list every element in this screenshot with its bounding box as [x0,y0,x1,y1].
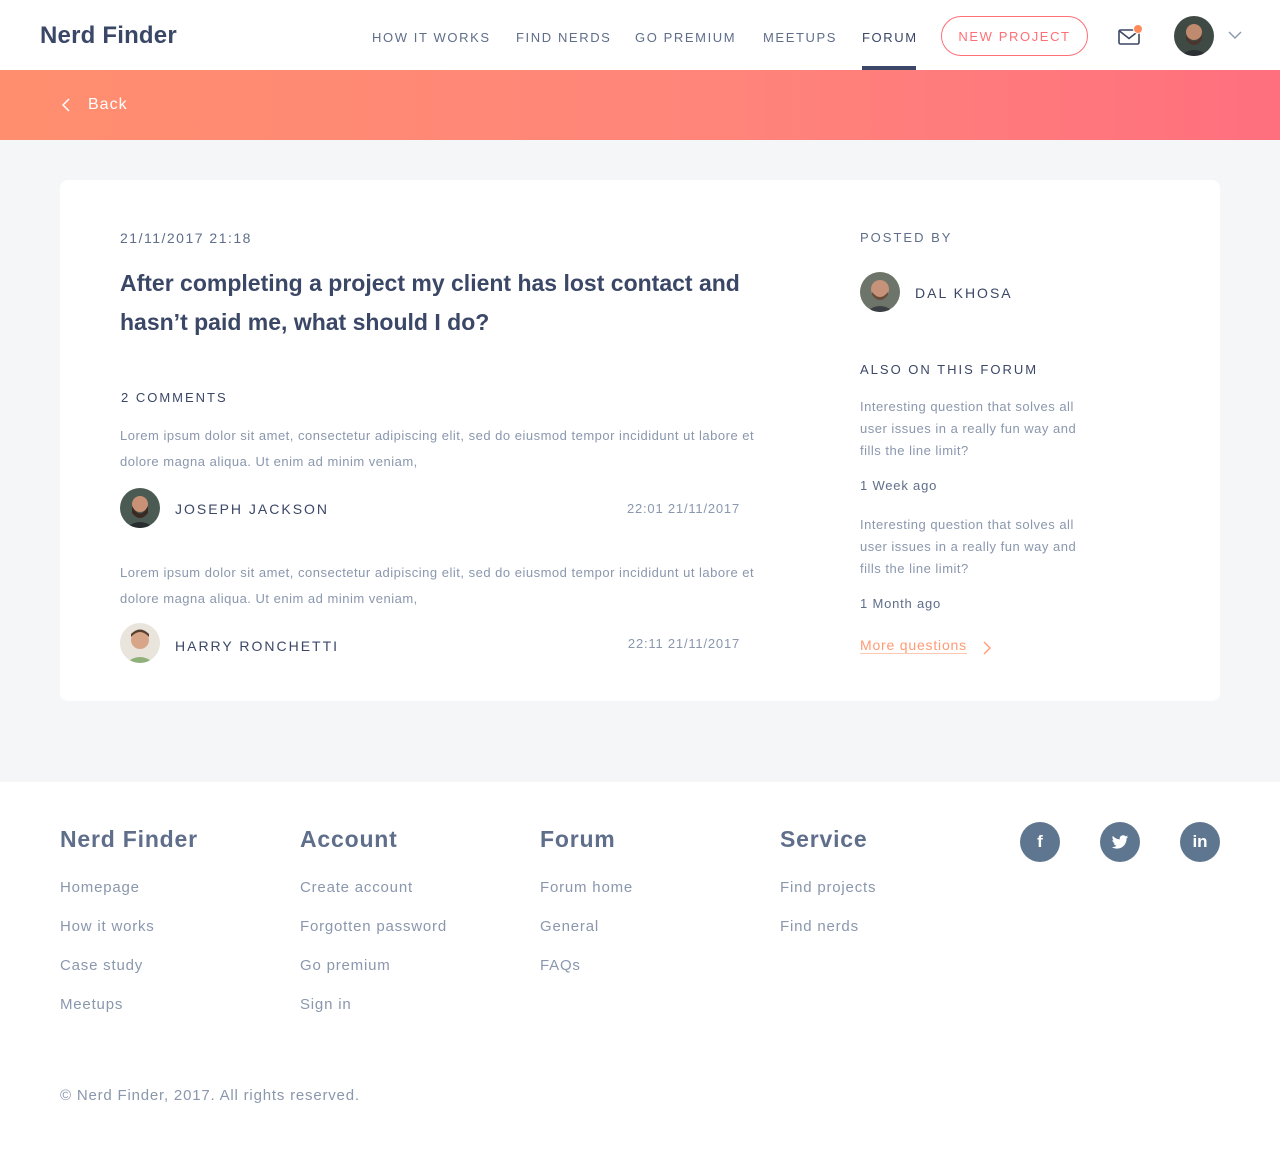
related-question-link[interactable]: Interesting question that solves all use… [860,514,1100,580]
footer-column-title: Account [300,826,398,852]
poster-avatar[interactable] [860,272,900,312]
also-on-forum-heading: ALSO ON THIS FORUM [860,362,1039,377]
footer-link-create-account[interactable]: Create account [300,879,447,896]
related-question-age: 1 Month ago [860,596,942,611]
footer-column-nerd-finder: Nerd Finder Homepage How it works Case s… [60,826,198,1035]
footer-column-title: Service [780,826,868,852]
back-button[interactable]: Back [62,96,128,114]
footer-link-find-projects[interactable]: Find projects [780,879,876,896]
footer-link-sign-in[interactable]: Sign in [300,996,447,1013]
twitter-icon[interactable] [1100,822,1140,862]
related-question-age: 1 Week ago [860,478,938,493]
footer-link-case-study[interactable]: Case study [60,957,198,974]
comment-author-name[interactable]: HARRY RONCHETTI [175,638,339,654]
chevron-right-icon[interactable] [982,641,992,655]
facebook-glyph: f [1037,832,1043,851]
footer-link-go-premium[interactable]: Go premium [300,957,447,974]
footer-link-meetups[interactable]: Meetups [60,996,198,1013]
comment-author-avatar[interactable] [120,623,160,663]
footer-column-account: Account Create account Forgotten passwor… [300,826,447,1035]
page-banner: Back [0,70,1280,140]
new-project-button[interactable]: NEW PROJECT [941,16,1088,56]
comment-timestamp: 22:01 21/11/2017 [626,501,740,516]
forum-post-card: 21/11/2017 21:18 After completing a proj… [60,180,1220,701]
more-questions-link[interactable]: More questions [860,637,967,654]
footer-link-forum-home[interactable]: Forum home [540,879,633,896]
nav-find-nerds[interactable]: FIND NERDS [516,30,611,45]
nav-forum[interactable]: FORUM [862,30,918,45]
site-footer: Nerd Finder Homepage How it works Case s… [0,782,1280,1170]
footer-column-title: Forum [540,826,616,852]
footer-column-service: Service Find projects Find nerds [780,826,876,957]
poster-name[interactable]: DAL KHOSA [915,285,1013,301]
related-question-link[interactable]: Interesting question that solves all use… [860,396,1100,462]
comment-author-name[interactable]: JOSEPH JACKSON [175,501,329,517]
copyright-text: © Nerd Finder, 2017. All rights reserved… [60,1087,360,1104]
nav-go-premium[interactable]: GO PREMIUM [635,30,736,45]
footer-link-forgotten-password[interactable]: Forgotten password [300,918,447,935]
footer-column-title: Nerd Finder [60,826,198,852]
notification-dot [1133,24,1143,34]
post-title: After completing a project my client has… [120,270,740,335]
comment-text: Lorem ipsum dolor sit amet, consectetur … [120,565,755,606]
facebook-icon[interactable]: f [1020,822,1060,862]
footer-link-how-it-works[interactable]: How it works [60,918,198,935]
linkedin-icon[interactable]: in [1180,822,1220,862]
back-label: Back [88,96,128,113]
footer-link-homepage[interactable]: Homepage [60,879,198,896]
comment-text: Lorem ipsum dolor sit amet, consectetur … [120,428,755,469]
footer-link-find-nerds[interactable]: Find nerds [780,918,876,935]
footer-link-general[interactable]: General [540,918,633,935]
chevron-left-icon [62,98,70,112]
post-date: 21/11/2017 21:18 [120,230,252,246]
footer-link-faqs[interactable]: FAQs [540,957,633,974]
nav-meetups[interactable]: MEETUPS [763,30,837,45]
nav-how-it-works[interactable]: HOW IT WORKS [372,30,491,45]
comment-author-avatar[interactable] [120,488,160,528]
posted-by-label: POSTED BY [860,230,953,245]
user-avatar[interactable] [1174,16,1214,56]
comments-count: 2 COMMENTS [121,390,228,405]
brand-logo[interactable]: Nerd Finder [40,22,177,50]
chevron-down-icon[interactable] [1228,30,1242,40]
linkedin-glyph: in [1192,832,1208,851]
twitter-bird-icon [1111,834,1129,849]
footer-column-forum: Forum Forum home General FAQs [540,826,633,996]
comment-timestamp: 22:11 21/11/2017 [627,636,740,651]
top-navbar: Nerd Finder HOW IT WORKS FIND NERDS GO P… [0,0,1280,70]
